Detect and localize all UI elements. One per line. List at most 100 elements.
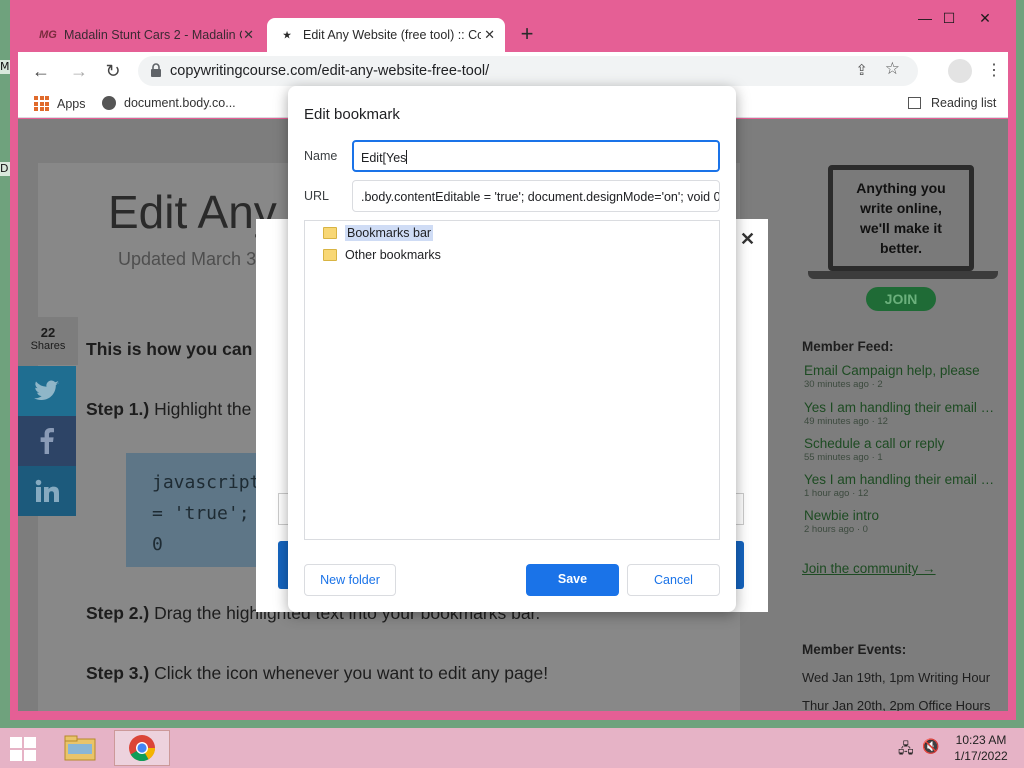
folder-label: Other bookmarks bbox=[345, 248, 441, 262]
feed-title[interactable]: Yes I am handling their email m... bbox=[804, 472, 1000, 487]
share-count: 22 Shares bbox=[18, 317, 78, 365]
forward-icon[interactable]: → bbox=[66, 58, 92, 84]
folder-other-bookmarks[interactable]: Other bookmarks bbox=[323, 248, 441, 262]
address-text: copywritingcourse.com/edit-any-website-f… bbox=[170, 63, 490, 79]
feed-item[interactable]: Yes I am handling their email m... 49 mi… bbox=[804, 400, 1000, 427]
bookmark-label: document.body.co... bbox=[124, 96, 236, 110]
start-windows-icon[interactable] bbox=[10, 737, 38, 761]
volume-muted-icon[interactable]: 🔇 bbox=[922, 738, 939, 755]
url-field[interactable]: .body.contentEditable = 'true'; document… bbox=[352, 180, 720, 212]
bookmark-label: Apps bbox=[57, 96, 86, 111]
page-title: Edit Any bbox=[108, 186, 277, 238]
feed-title[interactable]: Yes I am handling their email m... bbox=[804, 400, 1000, 415]
bookmark-apps[interactable]: Apps bbox=[34, 96, 86, 111]
cancel-button[interactable]: Cancel bbox=[627, 564, 720, 596]
system-clock[interactable]: 10:23 AM 1/17/2022 bbox=[948, 732, 1014, 764]
folder-label: Bookmarks bar bbox=[345, 225, 434, 241]
feed-meta: 49 minutes ago · 12 bbox=[804, 416, 888, 427]
tab-title: Edit Any Website (free tool) :: Co bbox=[303, 28, 481, 42]
share-count-number: 22 bbox=[40, 325, 56, 340]
bookmark-label: Reading list bbox=[931, 96, 997, 110]
linkedin-share-button[interactable] bbox=[18, 466, 76, 516]
folder-explorer-icon bbox=[64, 735, 96, 761]
text-caret bbox=[406, 150, 408, 164]
folder-bookmarks-bar[interactable]: Bookmarks bar bbox=[323, 225, 434, 241]
feed-meta: 1 hour ago · 12 bbox=[804, 488, 869, 499]
intro-text: This is how you can bbox=[86, 339, 253, 359]
ad-laptop-image[interactable]: Anything you write online, we'll make it… bbox=[808, 161, 998, 281]
taskbar-chrome[interactable] bbox=[114, 730, 170, 766]
ad-text-line: we'll make it bbox=[860, 220, 942, 236]
step-1: Step 1.) Highlight the bbox=[86, 399, 251, 420]
browser-toolbar: ← → ↻ copywritingcourse.com/edit-any-web… bbox=[18, 52, 1008, 90]
reading-list-button[interactable]: Reading list bbox=[908, 96, 996, 110]
step-text: Highlight the bbox=[154, 399, 252, 419]
linkedin-icon bbox=[35, 479, 59, 502]
facebook-share-button[interactable] bbox=[18, 416, 76, 466]
event-item[interactable]: Wed Jan 19th, 1pm Writing Hour bbox=[802, 670, 990, 685]
tab-title: Madalin Stunt Cars 2 - Madalin C bbox=[64, 28, 242, 42]
step-label: Step 2.) bbox=[86, 603, 150, 623]
bookmark-document-body[interactable]: document.body.co... bbox=[102, 96, 236, 110]
tab-madalin[interactable]: MG Madalin Stunt Cars 2 - Madalin C ✕ bbox=[30, 18, 264, 52]
reload-icon[interactable]: ↻ bbox=[100, 58, 126, 84]
taskbar-file-explorer[interactable] bbox=[52, 730, 108, 766]
ad-text-line: write online, bbox=[860, 200, 942, 216]
folder-tree[interactable]: Bookmarks bar Other bookmarks bbox=[304, 220, 720, 540]
feed-item[interactable]: Email Campaign help, please 30 minutes a… bbox=[804, 363, 1000, 390]
folder-icon bbox=[323, 227, 337, 239]
share-icon[interactable]: ⇪ bbox=[855, 61, 868, 79]
event-item[interactable]: Thur Jan 20th, 2pm Office Hours bbox=[802, 698, 990, 711]
save-button[interactable]: Save bbox=[526, 564, 619, 596]
close-window-button[interactable]: ✕ bbox=[970, 8, 1000, 28]
sidebar: Anything you write online, we'll make it… bbox=[778, 119, 1008, 711]
name-value: Edit[Yes bbox=[361, 151, 407, 165]
bookmark-star-icon[interactable]: ☆ bbox=[885, 59, 900, 79]
feed-item[interactable]: Schedule a call or reply 55 minutes ago … bbox=[804, 436, 1000, 463]
feed-meta: 55 minutes ago · 1 bbox=[804, 452, 883, 463]
globe-icon bbox=[102, 96, 116, 110]
new-folder-button[interactable]: New folder bbox=[304, 564, 396, 596]
url-label: URL bbox=[304, 189, 330, 203]
feed-title[interactable]: Email Campaign help, please bbox=[804, 363, 1000, 378]
lock-icon bbox=[151, 63, 161, 77]
tab-edit-any-website[interactable]: ★ Edit Any Website (free tool) :: Co ✕ bbox=[267, 18, 505, 52]
feed-item[interactable]: Newbie intro 2 hours ago · 0 bbox=[804, 508, 1000, 535]
star-favicon-icon: ★ bbox=[282, 29, 292, 40]
new-tab-button[interactable]: + bbox=[515, 22, 539, 46]
dialog-title: Edit bookmark bbox=[304, 106, 400, 123]
close-tab-icon[interactable]: ✕ bbox=[484, 27, 495, 43]
laptop-base bbox=[808, 271, 998, 279]
close-popup-icon[interactable]: ✕ bbox=[740, 229, 755, 250]
step-label: Step 1.) bbox=[86, 399, 150, 419]
menu-kebab-icon[interactable]: ⋮ bbox=[986, 59, 1002, 83]
apps-grid-icon bbox=[34, 96, 49, 111]
facebook-icon bbox=[40, 428, 54, 454]
feed-title[interactable]: Schedule a call or reply bbox=[804, 436, 1000, 451]
feed-meta: 30 minutes ago · 2 bbox=[804, 379, 883, 390]
folder-icon bbox=[323, 249, 337, 261]
twitter-share-button[interactable] bbox=[18, 366, 76, 416]
back-icon[interactable]: ← bbox=[28, 58, 54, 84]
share-count-label: Shares bbox=[30, 340, 66, 352]
feed-meta: 2 hours ago · 0 bbox=[804, 524, 868, 535]
twitter-icon bbox=[34, 380, 59, 401]
maximize-button[interactable]: ☐ bbox=[934, 8, 964, 28]
name-field[interactable]: Edit[Yes bbox=[352, 140, 720, 172]
member-events-heading: Member Events: bbox=[802, 642, 907, 657]
taskbar: 🖧 🔇 10:23 AM 1/17/2022 bbox=[0, 728, 1024, 768]
clock-date: 1/17/2022 bbox=[954, 749, 1008, 763]
edit-bookmark-dialog: Edit bookmark Name Edit[Yes URL .body.co… bbox=[288, 86, 736, 612]
step-3: Step 3.) Click the icon whenever you wan… bbox=[86, 663, 548, 684]
address-bar[interactable]: copywritingcourse.com/edit-any-website-f… bbox=[138, 56, 918, 86]
close-tab-icon[interactable]: ✕ bbox=[243, 27, 254, 43]
member-feed-heading: Member Feed: bbox=[802, 339, 894, 354]
ad-text-line: better. bbox=[879, 240, 922, 256]
feed-title[interactable]: Newbie intro bbox=[804, 508, 1000, 523]
network-icon[interactable]: 🖧 bbox=[898, 738, 914, 762]
join-community-link[interactable]: Join the community → bbox=[802, 561, 936, 576]
step-label: Step 3.) bbox=[86, 663, 150, 683]
feed-item[interactable]: Yes I am handling their email m... 1 hou… bbox=[804, 472, 1000, 499]
profile-avatar[interactable] bbox=[948, 59, 972, 83]
join-button[interactable]: JOIN bbox=[866, 287, 936, 311]
